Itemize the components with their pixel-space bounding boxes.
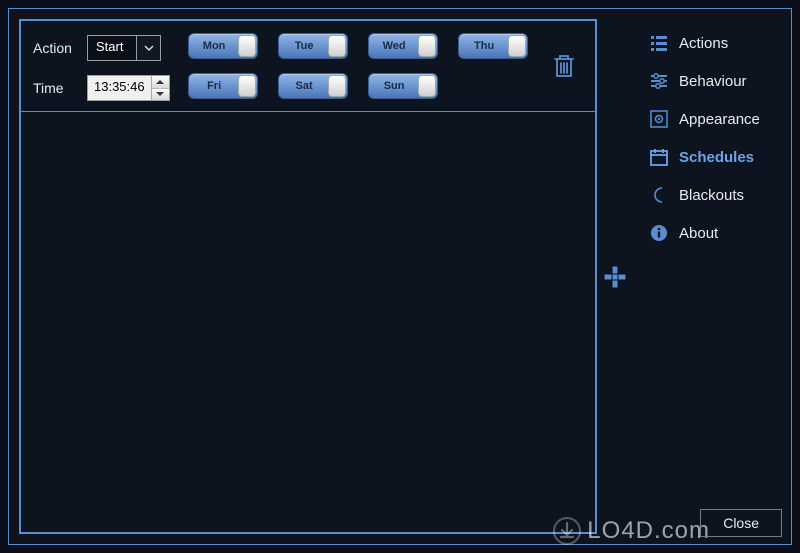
chevron-down-icon: [156, 91, 164, 97]
action-label: Action: [33, 40, 77, 56]
day-toggle-label: Thu: [459, 40, 508, 52]
time-label: Time: [33, 80, 77, 96]
delete-button[interactable]: [552, 53, 576, 79]
toggle-knob: [238, 35, 256, 57]
toggle-knob: [328, 35, 346, 57]
list-icon: [649, 33, 669, 53]
sidebar-item-label: Schedules: [679, 149, 754, 166]
days-row-1: Mon Tue Wed Thu: [188, 33, 528, 59]
sidebar-item-behaviour[interactable]: Behaviour: [649, 69, 781, 93]
footer: Close: [700, 509, 782, 537]
add-column: [597, 19, 633, 534]
sidebar-item-actions[interactable]: Actions: [649, 31, 781, 55]
day-toggle-sat[interactable]: Sat: [278, 73, 348, 99]
info-icon: [649, 223, 669, 243]
sidebar-item-label: Actions: [679, 35, 728, 52]
day-toggle-sun[interactable]: Sun: [368, 73, 438, 99]
sidebar: Actions Behaviour Appearance Schedules B…: [639, 9, 791, 544]
sidebar-item-schedules[interactable]: Schedules: [649, 145, 781, 169]
close-button[interactable]: Close: [700, 509, 782, 537]
toggle-knob: [508, 35, 526, 57]
add-schedule-button[interactable]: [602, 264, 628, 290]
schedule-entry: Action Start Time 13:35:46: [21, 21, 595, 112]
toggle-knob: [238, 75, 256, 97]
calendar-icon: [649, 147, 669, 167]
days-column: Mon Tue Wed Thu: [188, 31, 528, 101]
sidebar-item-appearance[interactable]: Appearance: [649, 107, 781, 131]
sidebar-item-blackouts[interactable]: Blackouts: [649, 183, 781, 207]
sidebar-item-label: About: [679, 225, 718, 242]
day-toggle-label: Sun: [369, 80, 418, 92]
day-toggle-mon[interactable]: Mon: [188, 33, 258, 59]
day-toggle-tue[interactable]: Tue: [278, 33, 348, 59]
time-input[interactable]: 13:35:46: [87, 75, 170, 101]
time-field: Time 13:35:46: [33, 75, 170, 101]
action-field: Action Start: [33, 35, 170, 61]
time-spinner: [151, 76, 169, 100]
app-window: Action Start Time 13:35:46: [8, 8, 792, 545]
chevron-up-icon: [156, 79, 164, 85]
action-select-value: Start: [88, 36, 136, 60]
schedules-body: [21, 112, 595, 532]
chevron-down-icon: [143, 42, 155, 54]
sidebar-item-about[interactable]: About: [649, 221, 781, 245]
day-toggle-label: Tue: [279, 40, 328, 52]
day-toggle-label: Wed: [369, 40, 418, 52]
sliders-icon: [649, 71, 669, 91]
sidebar-item-label: Behaviour: [679, 73, 747, 90]
day-toggle-label: Mon: [189, 40, 238, 52]
day-toggle-wed[interactable]: Wed: [368, 33, 438, 59]
main-column: Action Start Time 13:35:46: [9, 9, 639, 544]
delete-column: [546, 31, 576, 101]
appearance-icon: [649, 109, 669, 129]
time-value: 13:35:46: [88, 76, 151, 100]
time-spin-down[interactable]: [152, 89, 169, 101]
trash-icon: [552, 53, 576, 79]
toggle-knob: [418, 35, 436, 57]
sidebar-item-label: Blackouts: [679, 187, 744, 204]
action-select-button[interactable]: [136, 36, 160, 60]
day-toggle-fri[interactable]: Fri: [188, 73, 258, 99]
day-toggle-label: Fri: [189, 80, 238, 92]
action-select[interactable]: Start: [87, 35, 161, 61]
days-row-2: Fri Sat Sun: [188, 73, 528, 99]
plus-icon: [602, 264, 628, 290]
time-spin-up[interactable]: [152, 76, 169, 89]
sidebar-item-label: Appearance: [679, 111, 760, 128]
day-toggle-label: Sat: [279, 80, 328, 92]
moon-icon: [649, 185, 669, 205]
form-column: Action Start Time 13:35:46: [33, 31, 170, 101]
day-toggle-thu[interactable]: Thu: [458, 33, 528, 59]
toggle-knob: [328, 75, 346, 97]
schedules-panel: Action Start Time 13:35:46: [19, 19, 597, 534]
toggle-knob: [418, 75, 436, 97]
